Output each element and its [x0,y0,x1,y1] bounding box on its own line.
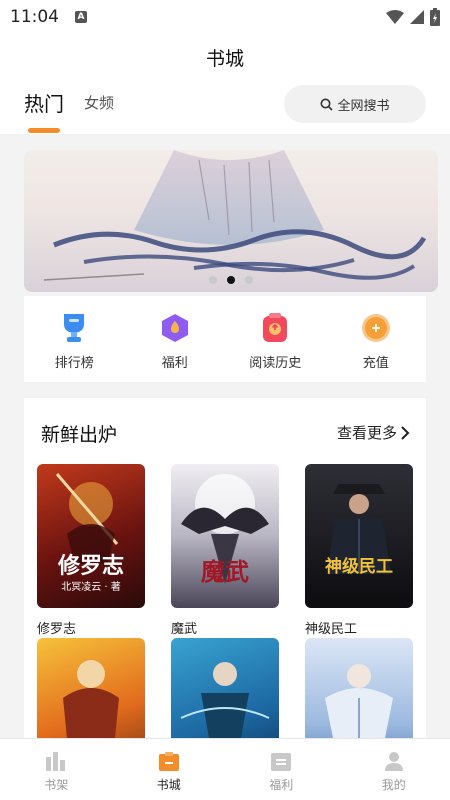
cover-art [325,664,393,738]
profile-icon [384,752,403,771]
book-card[interactable] [171,638,279,738]
nav-label: 书城 [156,778,181,792]
cover-title: 修罗志 [57,554,124,579]
quick-action-label: 福利 [161,356,188,371]
notification-icon: A [75,11,87,23]
search-button[interactable]: 全网搜书 [284,85,426,123]
nav-label: 我的 [381,778,406,792]
nav-label: 福利 [269,778,294,792]
wifi-icon [386,10,404,24]
search-label: 全网搜书 [337,98,390,114]
book-cover[interactable] [171,638,279,738]
cover-art [327,484,391,574]
cover-art [63,660,119,738]
quick-action-welfare[interactable]: 福利 [125,296,226,382]
header: 书城 热门 女频 全网搜书 [0,34,450,134]
banner-dot-active[interactable] [227,276,235,284]
nav-bookstore[interactable]: 书城 [113,739,226,800]
see-more-label: 查看更多 [336,424,397,442]
book-cover[interactable]: 魔武 [171,464,279,608]
see-more-link[interactable]: 查看更多 [337,422,410,443]
trophy-icon [58,312,90,344]
quick-action-history[interactable]: 阅读历史 [225,296,326,382]
chevron-right-icon [401,425,410,440]
fresh-books-section: 新鲜出炉 查看更多 修罗志 北冥凌云 · 著 修罗志 魔武 魔武 神级民工 神级… [24,398,426,738]
history-icon [259,312,291,344]
book-title: 神级民工 [305,622,358,637]
nav-label: 书架 [44,778,69,792]
cover-art [180,662,270,738]
cover-title: 魔武 [201,558,249,586]
search-icon [320,98,334,111]
nav-welfare[interactable]: 福利 [225,739,338,800]
gift-hexagon-icon [159,312,191,344]
banner-dot[interactable] [245,276,253,284]
bookshelf-icon [46,752,66,771]
status-bar: 11:04 A [0,0,450,34]
status-indicators [386,8,440,26]
book-card[interactable]: 神级民工 神级民工 [305,464,413,637]
nav-bookshelf[interactable]: 书架 [0,739,113,800]
quick-action-recharge[interactable]: 充值 [326,296,427,382]
book-card[interactable]: 魔武 魔武 [171,464,279,637]
welfare-icon [271,753,292,771]
coin-icon [360,312,392,344]
book-card[interactable] [37,638,145,738]
bottom-navigation: 书架 书城 福利 我的 [0,738,450,800]
book-card[interactable]: 修罗志 北冥凌云 · 著 修罗志 [37,464,145,637]
book-title: 修罗志 [37,622,77,637]
book-title: 魔武 [171,622,198,637]
cover-title: 神级民工 [325,557,393,577]
quick-action-ranking[interactable]: 排行榜 [24,296,125,382]
book-card[interactable] [305,638,413,738]
banner-pagination [24,276,438,284]
active-tab-indicator [28,128,60,133]
cover-subtitle: 北冥凌云 · 著 [61,582,121,593]
signal-icon [410,10,424,24]
book-cover[interactable]: 神级民工 [305,464,413,608]
page-title: 书城 [205,48,244,70]
tab-hot[interactable]: 热门 [24,88,64,117]
quick-actions: 排行榜 福利 阅读历史 充值 [24,296,426,382]
nav-profile[interactable]: 我的 [338,739,450,800]
status-time: 11:04 [10,7,59,27]
book-cover[interactable] [37,638,145,738]
book-cover[interactable] [305,638,413,738]
banner-artwork [43,150,427,281]
section-title: 新鲜出炉 [41,424,118,446]
quick-action-label: 排行榜 [54,356,94,371]
tab-female[interactable]: 女频 [84,92,114,113]
book-cover[interactable]: 修罗志 北冥凌云 · 著 [37,464,145,608]
quick-action-label: 阅读历史 [249,356,302,371]
bookstore-icon [158,752,179,771]
quick-action-label: 充值 [362,356,389,371]
banner-dot[interactable] [209,276,217,284]
battery-icon [430,8,440,26]
promo-banner[interactable] [24,150,438,292]
